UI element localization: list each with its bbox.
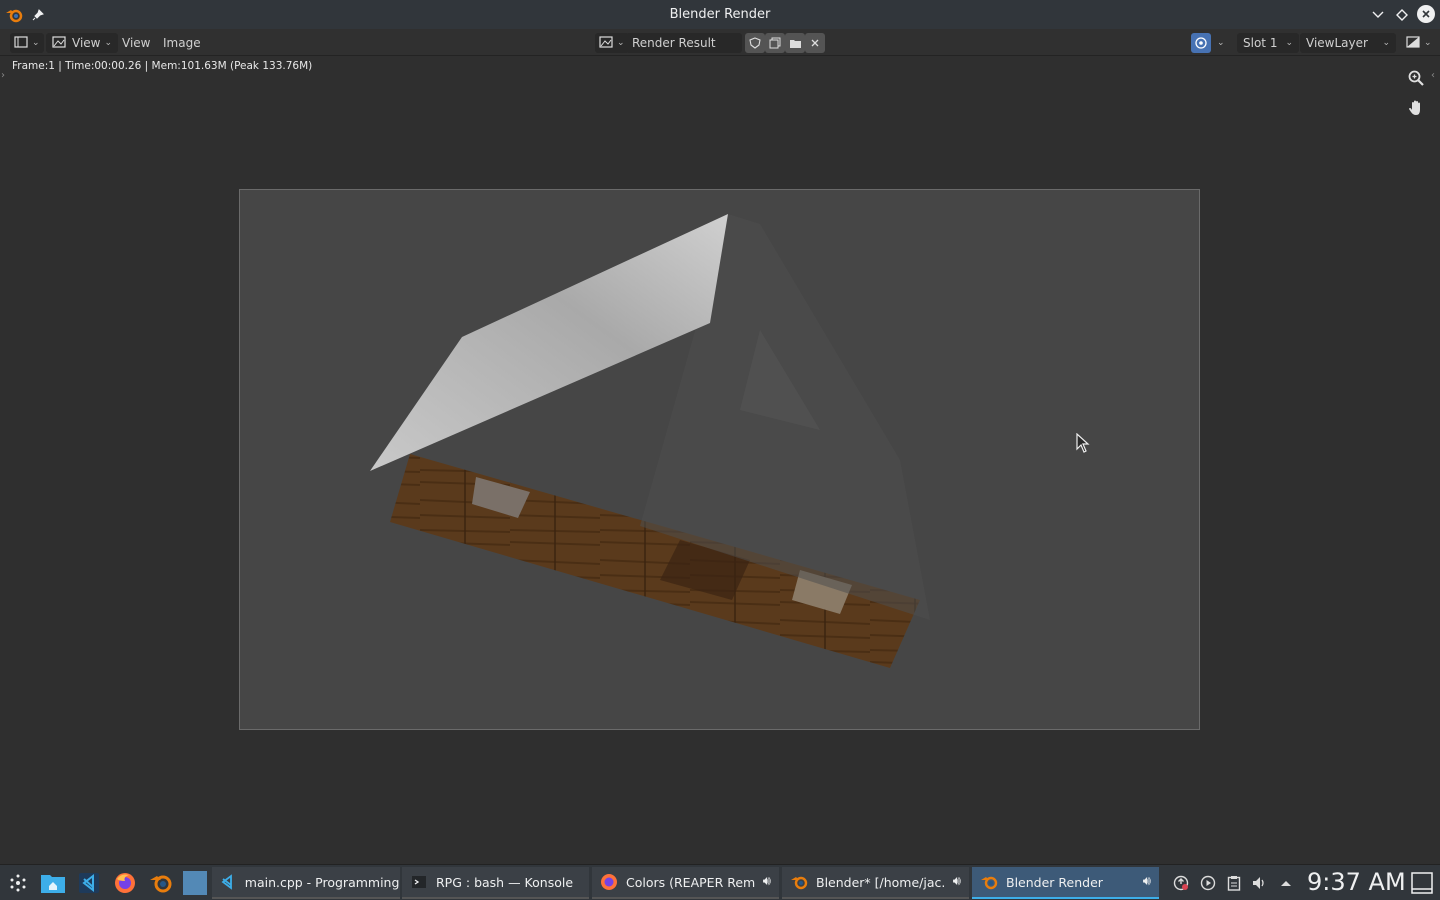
display-channels-dropdown[interactable]: ⌄ xyxy=(1404,33,1434,53)
toolbar-expand-arrow-icon[interactable]: › xyxy=(1,70,5,81)
pin-icon[interactable] xyxy=(28,5,48,25)
tray-expand-icon[interactable] xyxy=(1277,874,1295,892)
firefox-launcher-icon[interactable] xyxy=(110,868,140,898)
blender-icon xyxy=(790,873,808,891)
chevron-down-icon: ⌄ xyxy=(104,38,113,48)
blender-logo-icon[interactable] xyxy=(4,5,24,25)
open-folder-icon[interactable] xyxy=(785,33,805,53)
view-mode-label: View xyxy=(72,36,101,50)
task-label: Colors (REAPER Rem... xyxy=(626,874,756,890)
view-layer-label: ViewLayer xyxy=(1306,36,1368,50)
file-manager-icon[interactable] xyxy=(38,868,68,898)
slot-label: Slot 1 xyxy=(1243,36,1278,50)
render-result-image[interactable] xyxy=(239,189,1200,730)
minimize-icon[interactable] xyxy=(1368,5,1388,25)
blender-icon xyxy=(980,873,998,891)
gizmo-toggle-icon[interactable] xyxy=(1191,33,1211,53)
show-desktop-pager-icon[interactable] xyxy=(180,868,210,898)
rendered-scene xyxy=(370,214,930,668)
menu-image[interactable]: Image xyxy=(163,33,201,53)
blender-launcher-icon[interactable] xyxy=(146,868,176,898)
konsole-icon xyxy=(410,873,428,891)
vscode-icon xyxy=(220,873,237,891)
audio-playing-icon[interactable]: 🔊︎ xyxy=(953,874,961,889)
render-status-text: Frame:1 | Time:00:00.26 | Mem:101.63M (P… xyxy=(12,60,313,72)
vscode-launcher-icon[interactable] xyxy=(74,868,104,898)
task-label: Blender* [/home/jac... xyxy=(816,874,946,890)
image-browse-icon xyxy=(599,35,613,51)
pan-hand-icon[interactable] xyxy=(1403,95,1429,121)
chevron-down-icon: ⌄ xyxy=(617,38,625,48)
window-title: Blender Render xyxy=(669,7,771,22)
task-vscode[interactable]: main.cpp - Programming... xyxy=(212,867,400,899)
image-editor-icon xyxy=(14,35,28,51)
task-label: Blender Render xyxy=(1006,874,1103,890)
gizmo-options-dropdown[interactable]: ⌄ xyxy=(1213,33,1225,53)
browse-image-dropdown[interactable]: ⌄ xyxy=(595,33,629,53)
window-titlebar: Blender Render xyxy=(0,0,1440,29)
mouse-cursor-icon xyxy=(1076,432,1090,456)
view-layer-dropdown[interactable]: ViewLayer ⌄ xyxy=(1300,33,1396,53)
task-konsole[interactable]: RPG : bash — Konsole xyxy=(402,867,589,899)
clipboard-icon[interactable] xyxy=(1225,874,1243,892)
volume-icon[interactable] xyxy=(1250,874,1268,892)
chevron-down-icon: ⌄ xyxy=(1217,38,1225,48)
image-editor-header: ⌄ View ⌄ View Image ⌄ Render Result ⌄ Sl… xyxy=(0,29,1440,56)
fake-user-shield-icon[interactable] xyxy=(745,33,765,53)
editor-type-dropdown[interactable]: ⌄ xyxy=(10,33,44,53)
view-mode-dropdown[interactable]: View ⌄ xyxy=(46,33,119,53)
chevron-down-icon: ⌄ xyxy=(32,38,40,48)
task-blender-main[interactable]: Blender* [/home/jac... 🔊︎ xyxy=(782,867,969,899)
chevron-down-icon: ⌄ xyxy=(1382,38,1390,48)
image-name-field[interactable]: Render Result xyxy=(626,33,742,53)
image-icon xyxy=(52,35,66,51)
maximize-icon[interactable] xyxy=(1392,5,1412,25)
display-channels-icon xyxy=(1406,35,1420,51)
clock[interactable]: 9:37 AM xyxy=(1307,868,1406,896)
updates-icon[interactable] xyxy=(1172,874,1190,892)
task-blender-render[interactable]: Blender Render 🔊︎ xyxy=(972,867,1159,899)
media-player-icon[interactable] xyxy=(1199,874,1217,892)
show-desktop-icon[interactable] xyxy=(1410,871,1434,895)
unlink-image-icon[interactable] xyxy=(805,33,825,53)
taskbar: main.cpp - Programming... RPG : bash — K… xyxy=(0,864,1440,900)
task-firefox[interactable]: Colors (REAPER Rem... 🔊︎ xyxy=(592,867,779,899)
application-launcher-icon[interactable] xyxy=(3,868,33,898)
new-image-icon[interactable] xyxy=(765,33,785,53)
chevron-down-icon: ⌄ xyxy=(1424,38,1432,48)
task-label: main.cpp - Programming... xyxy=(244,874,400,890)
audio-playing-icon[interactable]: 🔊︎ xyxy=(1143,874,1151,889)
chevron-down-icon: ⌄ xyxy=(1285,38,1293,48)
zoom-icon[interactable] xyxy=(1403,65,1429,91)
menu-view[interactable]: View xyxy=(122,33,150,53)
firefox-icon xyxy=(600,873,618,891)
sidebar-expand-arrow-icon[interactable]: ‹ xyxy=(1431,70,1435,81)
close-icon[interactable] xyxy=(1417,5,1435,23)
task-label: RPG : bash — Konsole xyxy=(436,874,574,890)
slot-dropdown[interactable]: Slot 1 ⌄ xyxy=(1237,33,1299,53)
audio-playing-icon[interactable]: 🔊︎ xyxy=(763,874,771,889)
